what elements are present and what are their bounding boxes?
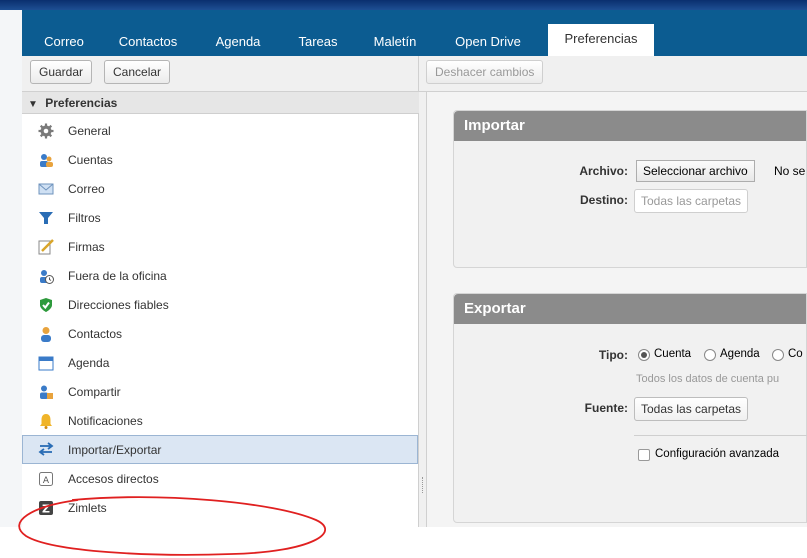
sidebar-item-label: Accesos directos (68, 472, 159, 486)
app-window: Correo Contactos Agenda Tareas Maletín O… (18, 10, 807, 556)
sidebar-item-label: Fuera de la oficina (68, 269, 167, 283)
source-folder-button[interactable]: Todas las carpetas (634, 397, 749, 421)
accounts-icon (40, 154, 53, 167)
select-file-button[interactable]: Seleccionar archivo (636, 160, 755, 182)
zimlet-icon: Z (39, 501, 53, 516)
source-label: Fuente: (584, 401, 628, 415)
preferences-content: Importar Archivo: Seleccionar archivo No… (427, 92, 807, 527)
import-panel-title: Importar (454, 111, 806, 141)
tab-calendar[interactable]: Agenda (206, 30, 270, 56)
sidebar-item-contacts[interactable]: Contactos (22, 320, 418, 348)
out-of-office-icon (40, 270, 54, 284)
file-status-text: No se (774, 164, 806, 178)
toolbar-divider (418, 56, 419, 92)
bell-icon (40, 414, 52, 429)
advanced-settings-label[interactable]: Configuración avanzada (655, 448, 779, 460)
sidebar-item-filters[interactable]: Filtros (22, 204, 418, 232)
page-background (0, 0, 22, 527)
sidebar-item-notifications[interactable]: Notificaciones (22, 407, 418, 435)
sidebar-item-label: Firmas (68, 240, 105, 254)
sidebar-item-label: Notificaciones (68, 414, 143, 428)
import-panel: Importar Archivo: Seleccionar archivo No… (453, 110, 807, 268)
sidebar-item-import-export[interactable]: Importar/Exportar (22, 435, 418, 464)
sidebar-item-label: Compartir (68, 385, 121, 399)
undo-changes-button[interactable]: Deshacer cambios (426, 60, 544, 84)
signature-icon (38, 239, 54, 255)
filter-icon (39, 212, 53, 224)
envelope-icon (38, 183, 54, 195)
export-divider (634, 435, 807, 436)
sidebar-item-accounts[interactable]: Cuentas (22, 146, 418, 174)
gear-icon (38, 123, 54, 139)
collapse-triangle-icon[interactable]: ▼ (28, 99, 38, 110)
type-contacts-label[interactable]: Co (788, 348, 803, 360)
tab-tasks[interactable]: Tareas (290, 30, 346, 56)
sidebar-item-label: Filtros (68, 211, 101, 225)
export-panel: Exportar Tipo: Cuenta Agenda Co Todos lo… (453, 293, 807, 523)
tree-header-label: Preferencias (45, 96, 118, 110)
svg-text:A: A (43, 476, 50, 486)
tree-header[interactable]: ▼ Preferencias (22, 92, 419, 114)
type-account-radio[interactable] (638, 349, 650, 361)
sidebar-item-label: Importar/Exportar (68, 443, 162, 457)
splitter-grip[interactable] (422, 477, 424, 493)
sidebar-item-label: Direcciones fiables (68, 298, 169, 312)
contact-icon (41, 327, 51, 342)
sidebar-item-shortcuts[interactable]: A Accesos directos (22, 465, 418, 493)
cancel-button[interactable]: Cancelar (104, 60, 171, 84)
sidebar-item-label: Cuentas (68, 153, 113, 167)
sidebar-item-label: Agenda (68, 356, 110, 370)
save-button[interactable]: Guardar (30, 60, 93, 84)
shield-check-icon (40, 298, 52, 312)
type-calendar-label[interactable]: Agenda (720, 348, 760, 360)
sidebar-item-label: Contactos (68, 327, 123, 341)
export-panel-title: Exportar (454, 294, 806, 324)
sidebar-item-label: Zimlets (68, 501, 107, 515)
sidebar-item-calendar[interactable]: Agenda (22, 349, 418, 377)
tab-open-drive[interactable]: Open Drive (446, 30, 530, 56)
main-tab-bar: Correo Contactos Agenda Tareas Maletín O… (22, 10, 807, 56)
type-calendar-radio[interactable] (704, 349, 716, 361)
type-contacts-radio[interactable] (772, 349, 784, 361)
tab-briefcase[interactable]: Maletín (362, 30, 428, 56)
type-label: Tipo: (598, 348, 628, 362)
type-hint-text: Todos los datos de cuenta pu (636, 373, 780, 385)
toolbar: Guardar Cancelar Deshacer cambios (22, 56, 807, 92)
calendar-icon (38, 356, 54, 371)
pane-splitter[interactable] (419, 92, 427, 527)
tab-contacts[interactable]: Contactos (108, 30, 188, 56)
sidebar-item-out-of-office[interactable]: Fuera de la oficina (22, 262, 418, 290)
preferences-sidebar: ▼ Preferencias General Cuentas Correo Fi… (18, 92, 419, 556)
sidebar-item-signatures[interactable]: Firmas (22, 233, 418, 261)
shortcut-key-icon: A (39, 472, 53, 486)
svg-text:Z: Z (42, 503, 50, 516)
sidebar-item-mail[interactable]: Correo (22, 175, 418, 203)
sidebar-item-trusted-addresses[interactable]: Direcciones fiables (22, 291, 418, 319)
sidebar-item-sharing[interactable]: Compartir (22, 378, 418, 406)
file-label: Archivo: (579, 164, 628, 178)
sidebar-item-label: Correo (68, 182, 105, 196)
type-account-label[interactable]: Cuenta (654, 348, 691, 360)
import-export-icon (38, 442, 54, 456)
browser-top-strip (0, 0, 807, 10)
share-icon (40, 385, 53, 399)
tab-mail[interactable]: Correo (30, 30, 98, 56)
sidebar-item-label: General (68, 124, 111, 138)
sidebar-item-zimlets[interactable]: Z Zimlets (22, 494, 418, 522)
advanced-settings-checkbox[interactable] (638, 449, 650, 461)
sidebar-item-general[interactable]: General (22, 117, 418, 145)
destination-folder-button[interactable]: Todas las carpetas (634, 189, 749, 213)
tab-preferences[interactable]: Preferencias (548, 24, 654, 56)
destination-label: Destino: (580, 193, 628, 207)
